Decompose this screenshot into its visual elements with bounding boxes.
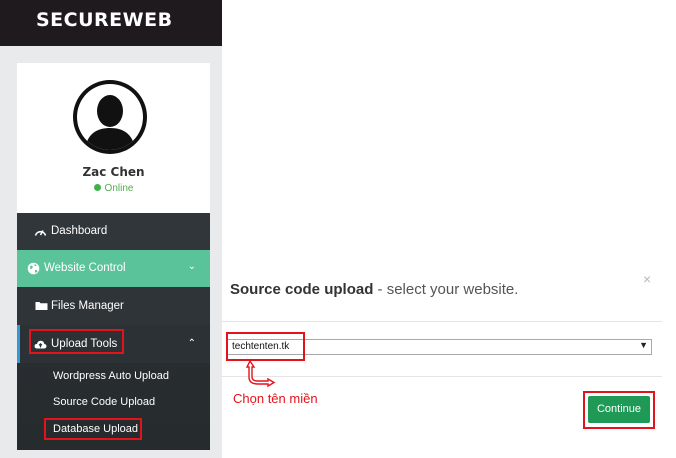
page: SECUREWEB Zac Chen Online Dashboard Webs… [0, 0, 676, 458]
annotation-text: Chọn tên miền [233, 391, 318, 406]
modal-title: Source code upload - select your website… [230, 281, 518, 298]
status-text: Online [104, 183, 134, 194]
close-icon[interactable]: × [643, 271, 651, 287]
avatar[interactable] [73, 80, 147, 154]
user-silhouette-icon [77, 84, 143, 150]
submenu-item-wordpress-auto-upload[interactable]: Wordpress Auto Upload [53, 370, 169, 382]
sidebar: SECUREWEB Zac Chen Online Dashboard Webs… [0, 0, 222, 458]
modal-title-bold: Source code upload [230, 281, 374, 298]
highlight-upload-tools [29, 329, 124, 354]
caret-down-icon: ▼ [639, 340, 648, 350]
sidebar-item-website-control[interactable]: Website Control ⌄ [17, 250, 217, 287]
sidebar-item-label: Website Control [44, 262, 126, 274]
brand-logo-text[interactable]: SECUREWEB [36, 9, 173, 31]
sidebar-item-dashboard[interactable]: Dashboard [17, 213, 210, 250]
highlight-database-upload [44, 418, 142, 440]
modal-title-subtitle: - select your website. [377, 281, 519, 298]
submenu-item-source-code-upload[interactable]: Source Code Upload [53, 396, 155, 408]
folder-icon [35, 302, 48, 310]
modal-header-divider [222, 321, 662, 322]
chevron-down-icon: ⌄ [187, 261, 196, 272]
brand-header: SECUREWEB [0, 0, 222, 46]
dashboard-gauge-icon [34, 230, 47, 236]
chevron-up-icon: ⌃ [187, 338, 196, 349]
globe-icon [27, 262, 40, 275]
modal-footer-divider [222, 376, 662, 377]
sidebar-item-label: Dashboard [51, 225, 108, 237]
online-status-dot-icon [93, 184, 101, 191]
user-status: Online [17, 183, 210, 194]
user-name: Zac Chen [82, 165, 145, 179]
profile-card: Zac Chen Online [17, 63, 210, 213]
annotation-arrow-icon [245, 359, 276, 388]
active-indicator-notch [210, 261, 217, 275]
sidebar-item-files-manager[interactable]: Files Manager [17, 287, 210, 325]
highlight-continue-button [583, 391, 655, 429]
sidebar-item-label: Files Manager [51, 300, 124, 312]
